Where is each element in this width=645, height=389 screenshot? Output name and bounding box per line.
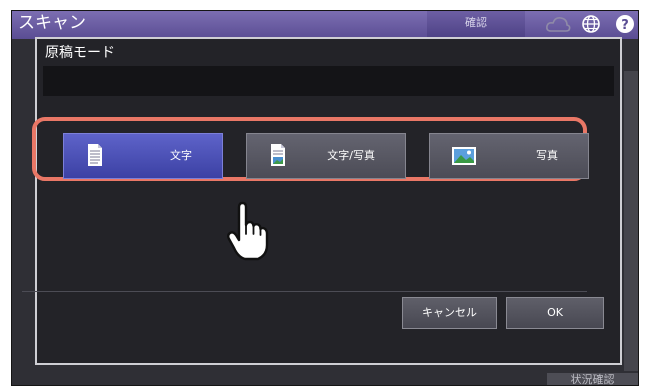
globe-icon[interactable] (581, 14, 601, 34)
text-document-icon (88, 144, 102, 166)
mode-text-photo-button[interactable]: 文字/写真 (246, 133, 406, 179)
svg-text:?: ? (621, 18, 629, 33)
footer-divider (22, 291, 587, 292)
photo-icon (452, 147, 476, 165)
mode-photo-label: 写真 (536, 149, 558, 162)
mode-photo-button[interactable]: 写真 (429, 133, 589, 179)
cloud-icon[interactable] (545, 14, 571, 34)
cancel-button[interactable]: キャンセル (402, 297, 497, 329)
dialog-info-strip (43, 66, 614, 96)
ok-button[interactable]: OK (506, 297, 604, 329)
confirm-tab[interactable]: 確認 (427, 11, 525, 39)
mode-text-photo-label: 文字/写真 (327, 149, 375, 162)
help-icon[interactable]: ? (615, 14, 635, 34)
title-bar: スキャン 確認 ? (12, 11, 638, 39)
background-panel (624, 71, 638, 371)
mode-text-button[interactable]: 文字 (63, 133, 223, 179)
app-title: スキャン (18, 13, 86, 33)
text-photo-document-icon (271, 144, 285, 166)
status-button[interactable]: 状況確認 (547, 373, 638, 385)
dialog-title: 原稿モード (45, 45, 115, 61)
pointing-hand-icon (227, 201, 269, 261)
scan-screen: スキャン 確認 ? 状況確認 原稿モード 文字 文字/写真 写真 キャンセル O… (11, 10, 639, 386)
mode-text-label: 文字 (170, 149, 192, 162)
